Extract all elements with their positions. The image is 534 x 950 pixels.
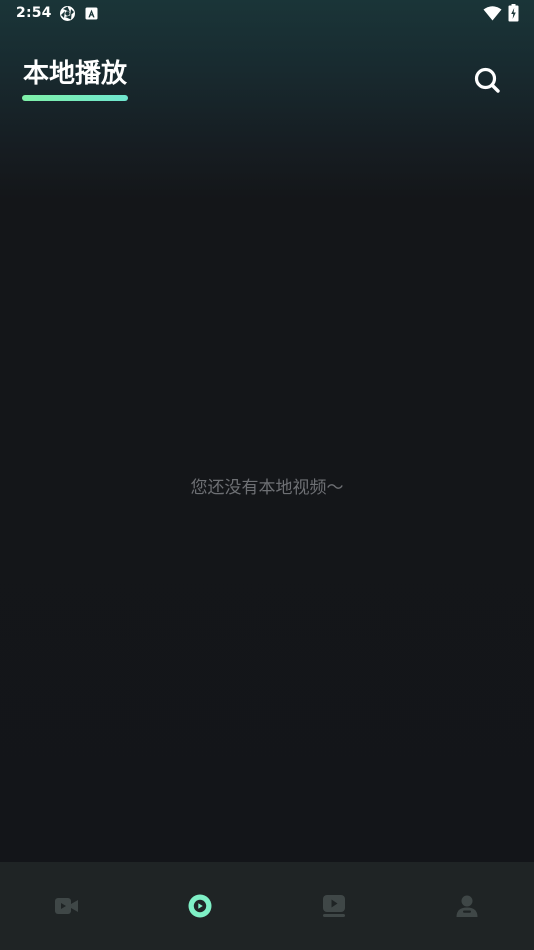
search-button[interactable]	[470, 63, 504, 97]
status-time: 2:54	[16, 5, 52, 21]
a-badge-icon	[85, 7, 98, 20]
nav-item-local-play[interactable]	[134, 862, 268, 950]
video-library-icon	[322, 895, 345, 917]
battery-icon	[508, 4, 519, 22]
wifi-icon	[483, 6, 502, 21]
title-underline	[22, 95, 128, 101]
page-title: 本地播放	[23, 59, 128, 89]
search-icon	[474, 67, 500, 93]
play-circle-icon	[188, 894, 212, 918]
nav-item-video[interactable]	[0, 862, 134, 950]
nav-item-library[interactable]	[267, 862, 401, 950]
user-profile-icon	[456, 895, 478, 917]
app-screen: 2:54 本地播放 您还没有本地视频～	[0, 0, 534, 950]
nav-item-profile[interactable]	[401, 862, 534, 950]
bottom-nav	[0, 862, 534, 950]
aperture-icon	[60, 6, 75, 21]
video-camera-icon	[54, 898, 78, 914]
empty-state-message: 您还没有本地视频～	[190, 478, 344, 498]
status-bar: 2:54	[0, 0, 534, 28]
